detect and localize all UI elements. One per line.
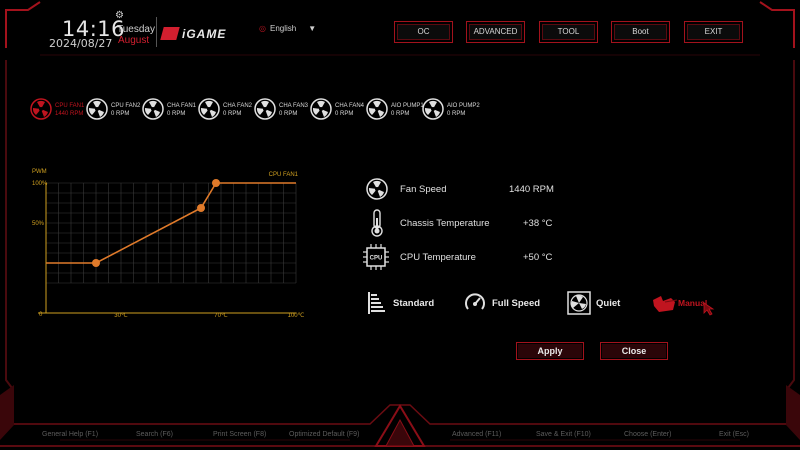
mouse-cursor-icon (703, 302, 715, 321)
nav-boot-button[interactable]: Boot (611, 21, 670, 43)
chassis-temp-value: +38 °C (523, 218, 553, 229)
y-tick-label: 50% (32, 221, 45, 227)
fan-icon (30, 98, 52, 120)
fan-rpm: 0 RPM (167, 111, 186, 117)
fan-rpm: 0 RPM (391, 111, 410, 117)
footer-advanced[interactable]: Advanced (F11) (452, 431, 501, 438)
chassis-temp-label: Chassis Temperature (400, 218, 490, 229)
nav-advanced-button[interactable]: ADVANCED (466, 21, 525, 43)
svg-text:CPU: CPU (370, 256, 383, 262)
footer-general-help[interactable]: General Help (F1) (42, 431, 98, 438)
globe-icon: ◎ (259, 24, 266, 33)
fan-rpm: 0 RPM (447, 111, 466, 117)
fan-name: CHA FAN2 (223, 103, 253, 109)
fan-curve-chart[interactable]: PWM CPU FAN1 100%50%0 30℃ 70℃ 100℃ (28, 165, 308, 320)
chevron-down-icon: ▼ (308, 24, 317, 33)
quiet-mode-icon[interactable] (567, 291, 591, 315)
nav-exit-button[interactable]: EXIT (684, 21, 743, 43)
nav-tool-button[interactable]: TOOL (539, 21, 598, 43)
fan-icon (198, 98, 220, 120)
nav-oc-button[interactable]: OC (394, 21, 453, 43)
month: August (118, 35, 150, 46)
fan-rpm: 0 RPM (335, 111, 354, 117)
footer-exit[interactable]: Exit (Esc) (719, 431, 749, 438)
fan-speed-label: Fan Speed (400, 184, 447, 195)
language-select[interactable]: ◎ English ▼ (259, 24, 316, 33)
cpu-chip-icon: CPU (363, 244, 389, 270)
fan-name: CHA FAN4 (335, 103, 365, 109)
logo-mark-icon (160, 27, 180, 40)
header-divider (156, 17, 157, 47)
fan-rpm: 0 RPM (223, 111, 242, 117)
x-tick-label: 30℃ (114, 313, 128, 319)
igame-logo: iGAME (160, 27, 226, 41)
footer-print-screen[interactable]: Print Screen (F8) (213, 431, 266, 438)
fan-name: AIO PUMP2 (447, 103, 480, 109)
footer-search[interactable]: Search (F6) (136, 431, 173, 438)
fan-rpm: 0 RPM (279, 111, 298, 117)
chart-title: CPU FAN1 (269, 172, 299, 178)
clock-date: 2024/08/27 (49, 37, 113, 50)
fan-icon (422, 98, 444, 120)
footer-save-exit[interactable]: Save & Exit (F10) (536, 431, 591, 438)
fan-name: CHA FAN1 (167, 103, 197, 109)
fan-name: CPU FAN2 (111, 103, 141, 109)
full-speed-icon[interactable] (464, 292, 486, 314)
y-tick-label: 100% (32, 181, 48, 187)
close-button[interactable]: Close (600, 342, 668, 360)
x-tick-label: 100℃ (288, 313, 305, 319)
footer-choose[interactable]: Choose (Enter) (624, 431, 671, 438)
fan-rpm: 0 RPM (111, 111, 130, 117)
standard-mode-icon[interactable] (367, 292, 385, 314)
weekday: Tuesday (117, 24, 155, 35)
fan-icon (86, 98, 108, 120)
footer-optimized-default[interactable]: Optimized Default (F9) (289, 431, 359, 438)
fan-icon (142, 98, 164, 120)
full-speed-mode-button[interactable]: Full Speed (492, 298, 540, 309)
thermometer-icon (370, 209, 384, 237)
fan-name: CPU FAN1 (55, 103, 85, 109)
fan-rpm: 1440 RPM (55, 111, 84, 117)
manual-hand-icon[interactable] (651, 292, 681, 314)
fan-icon (310, 98, 332, 120)
x-tick-label: 70℃ (214, 313, 228, 319)
fan-speed-icon (366, 178, 388, 200)
chart-ylabel: PWM (32, 169, 47, 175)
curve-control-point[interactable] (212, 179, 220, 187)
fan-icon (366, 98, 388, 120)
standard-mode-button[interactable]: Standard (393, 298, 434, 309)
curve-control-point[interactable] (92, 259, 100, 267)
fan-icon (254, 98, 276, 120)
fan-name: CHA FAN3 (279, 103, 309, 109)
cpu-temp-label: CPU Temperature (400, 252, 476, 263)
cpu-temp-value: +50 °C (523, 252, 553, 263)
fan-speed-value: 1440 RPM (509, 184, 554, 195)
fan-name: AIO PUMP1 (391, 103, 424, 109)
curve-control-point[interactable] (197, 204, 205, 212)
quiet-mode-button[interactable]: Quiet (596, 298, 620, 309)
apply-button[interactable]: Apply (516, 342, 584, 360)
